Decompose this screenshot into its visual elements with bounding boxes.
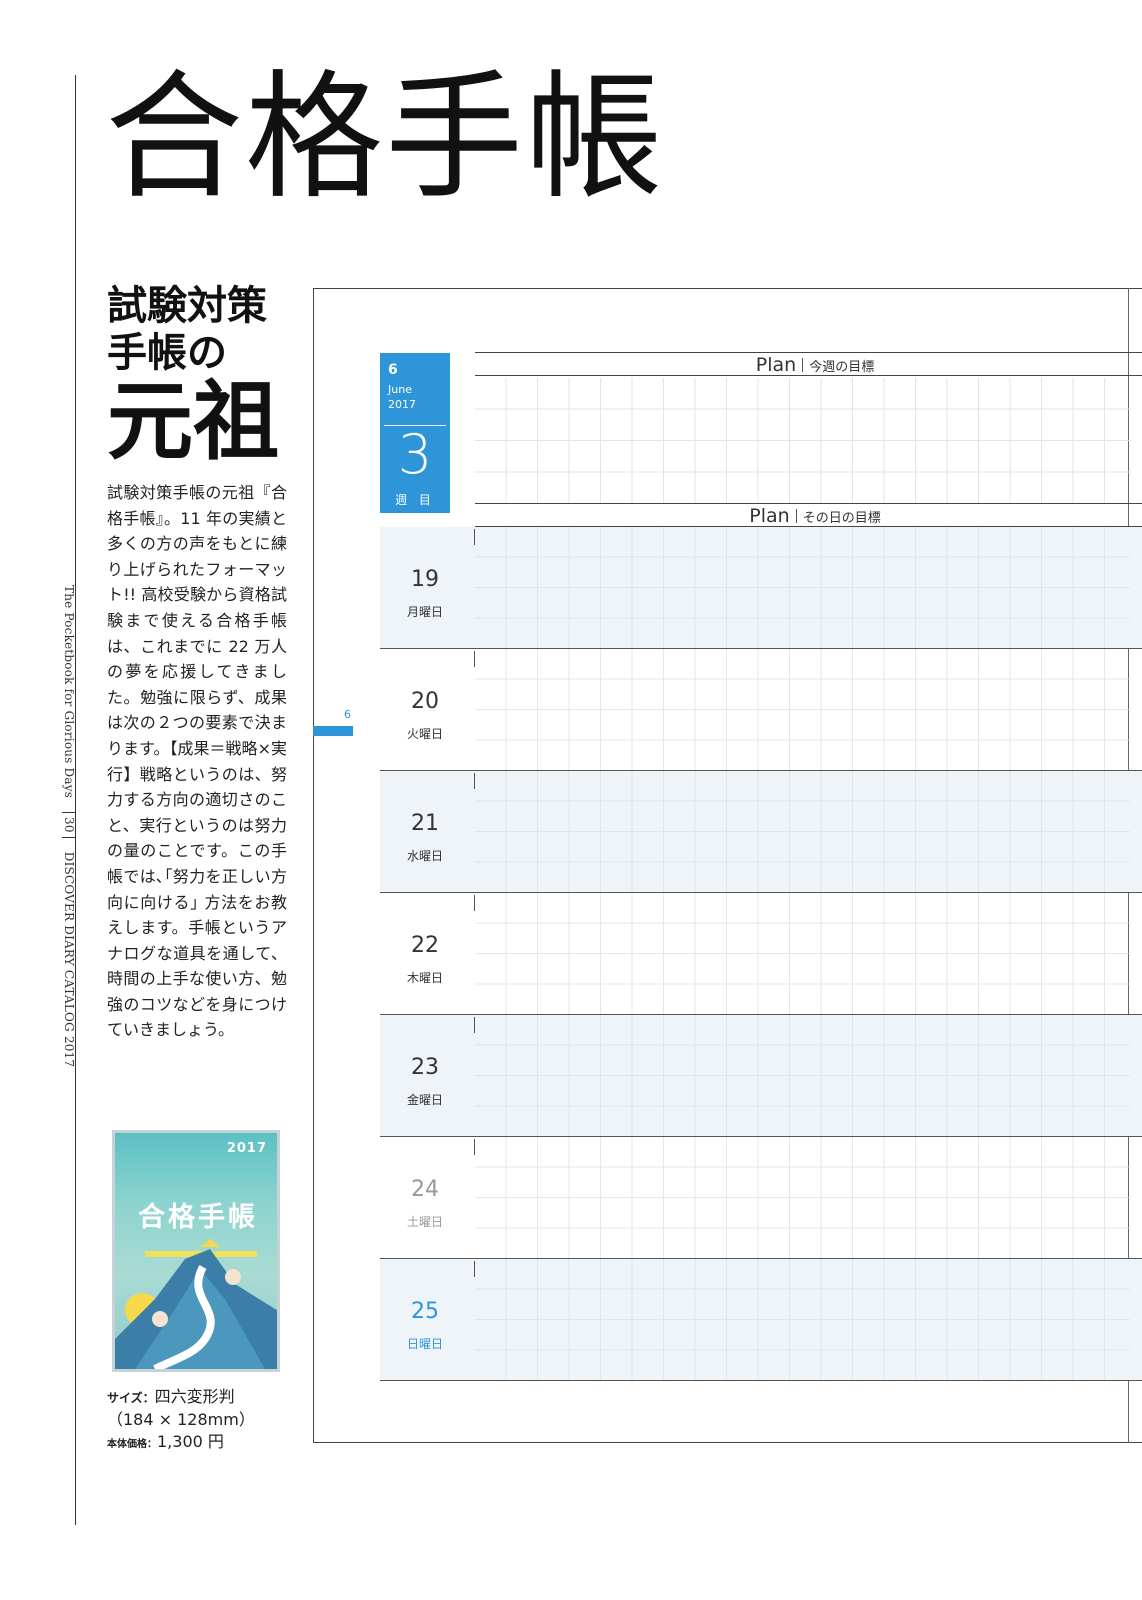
day-grid xyxy=(475,893,1130,1014)
day-grid xyxy=(475,771,1130,892)
day-tick xyxy=(474,1017,475,1033)
day-row[interactable]: 19 月曜日 xyxy=(380,527,1142,649)
week-month-number: 6 xyxy=(388,362,398,378)
size-label: サイズ： xyxy=(107,1391,155,1405)
day-tick xyxy=(474,1139,475,1155)
mountain-illustration xyxy=(115,1239,277,1369)
month-side-tab-label: 6 xyxy=(344,708,351,721)
day-weekday: 日曜日 xyxy=(406,1337,443,1351)
week-number: 3 xyxy=(397,423,433,486)
price-value: 1,300 円 xyxy=(157,1432,224,1451)
spine-left-text: The Pocketbook for Glorious Days xyxy=(62,585,76,799)
day-weekday: 火曜日 xyxy=(406,727,443,741)
day-grid xyxy=(475,527,1130,648)
day-grid xyxy=(475,649,1130,770)
month-side-tab xyxy=(313,726,353,736)
day-date: 22 xyxy=(411,933,439,958)
day-tick xyxy=(474,651,475,667)
day-tick xyxy=(474,773,475,789)
day-row[interactable]: 22 木曜日 xyxy=(380,893,1142,1015)
week-label: 週 目 xyxy=(395,493,435,507)
weekly-plan-label: Plan xyxy=(755,354,797,376)
headline-line-1: 試験対策 xyxy=(107,283,267,329)
headline-line-2: 手帳の xyxy=(107,329,227,376)
product-specs: サイズ：四六変形判 （184 × 128mm） 本体価格：1,300 円 xyxy=(107,1386,255,1456)
day-row[interactable]: 20 火曜日 xyxy=(380,649,1142,771)
daily-plan-header: Plan その日の目標 xyxy=(475,503,1142,527)
day-date: 25 xyxy=(411,1299,439,1324)
day-grid xyxy=(475,1259,1130,1380)
weekly-plan-header: Plan 今週の目標 xyxy=(475,352,1142,376)
day-grid xyxy=(475,1137,1130,1258)
day-tick xyxy=(474,1261,475,1277)
day-weekday: 木曜日 xyxy=(406,971,443,985)
page-number: 30 xyxy=(62,812,76,838)
day-row[interactable]: 25 日曜日 xyxy=(380,1259,1142,1381)
day-date: 23 xyxy=(411,1055,439,1080)
body-paragraph: 試験対策手帳の元祖『合格手帳』。11 年の実績と多くの方の声をもとに練り上げられ… xyxy=(107,483,287,1040)
daily-plan-label: Plan xyxy=(749,505,790,527)
day-row[interactable]: 21 水曜日 xyxy=(380,771,1142,893)
week-month-name: June xyxy=(388,383,412,396)
day-weekday: 金曜日 xyxy=(406,1093,443,1107)
day-date: 24 xyxy=(411,1177,439,1202)
day-tick xyxy=(474,529,475,545)
day-weekday: 土曜日 xyxy=(406,1215,443,1229)
dimensions: （184 × 128mm） xyxy=(107,1410,255,1429)
day-date: 20 xyxy=(411,689,439,714)
day-date: 19 xyxy=(411,567,439,592)
book-year: 2017 xyxy=(226,1141,267,1156)
book-cover-image: 2017 合格手帳 xyxy=(112,1130,280,1372)
size-value: 四六変形判 xyxy=(154,1387,235,1406)
day-grid xyxy=(475,1015,1130,1136)
price-label: 本体価格： xyxy=(107,1439,157,1450)
page-title: 合格手帳 xyxy=(105,57,666,218)
day-row[interactable]: 23 金曜日 xyxy=(380,1015,1142,1137)
day-tick xyxy=(474,895,475,911)
weekly-plan-sub: 今週の目標 xyxy=(809,360,875,375)
day-row[interactable]: 24 土曜日 xyxy=(380,1137,1142,1259)
day-date: 21 xyxy=(411,811,439,836)
weekly-plan-grid[interactable] xyxy=(475,378,1130,503)
day-weekday: 水曜日 xyxy=(406,849,443,863)
spine-right-text: DISCOVER DIARY CATALOG 2017 xyxy=(62,851,76,1068)
headline: 試験対策 手帳の 元祖 xyxy=(107,283,279,465)
spine-caption: The Pocketbook for Glorious Days 30 DISC… xyxy=(62,585,76,1067)
day-weekday: 月曜日 xyxy=(406,605,443,619)
daily-plan-sub: その日の目標 xyxy=(802,511,881,526)
week-badge: 6 June 2017 3 週 目 xyxy=(380,353,450,513)
week-year: 2017 xyxy=(388,398,416,411)
headline-line-3: 元祖 xyxy=(107,371,279,472)
